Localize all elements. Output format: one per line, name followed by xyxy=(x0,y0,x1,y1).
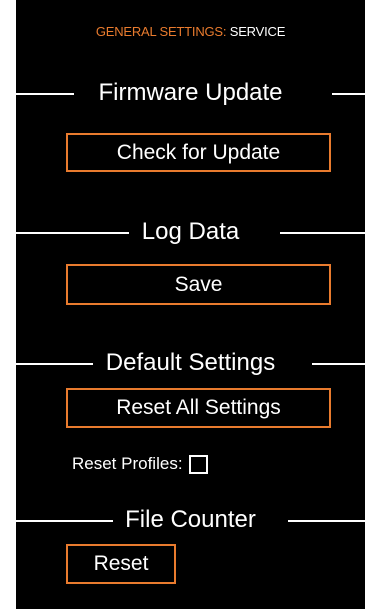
save-log-button[interactable]: Save xyxy=(66,264,331,305)
reset-profiles-checkbox[interactable] xyxy=(188,454,208,474)
file-counter-heading: File Counter xyxy=(16,503,365,537)
page-header: GENERAL SETTINGS: SERVICE xyxy=(16,24,365,39)
firmware-update-title: Firmware Update xyxy=(98,79,283,106)
reset-file-counter-button[interactable]: Reset xyxy=(66,544,176,584)
reset-profiles-label: Reset Profiles: xyxy=(72,454,183,473)
heading-divider-right xyxy=(288,520,365,522)
check-for-update-button[interactable]: Check for Update xyxy=(66,133,331,172)
heading-divider-right xyxy=(312,363,365,365)
service-settings-screen: GENERAL SETTINGS: SERVICE Firmware Updat… xyxy=(16,0,365,609)
log-data-heading: Log Data xyxy=(16,215,365,249)
default-settings-heading: Default Settings xyxy=(16,346,365,380)
header-section-label: GENERAL SETTINGS: xyxy=(95,24,227,39)
reset-profiles-row: Reset Profiles: xyxy=(72,451,208,477)
heading-divider-right xyxy=(280,232,365,234)
header-page-label: SERVICE xyxy=(229,24,286,39)
firmware-update-heading: Firmware Update xyxy=(16,76,365,110)
reset-all-settings-button[interactable]: Reset All Settings xyxy=(66,388,331,428)
heading-divider-right xyxy=(332,93,365,95)
